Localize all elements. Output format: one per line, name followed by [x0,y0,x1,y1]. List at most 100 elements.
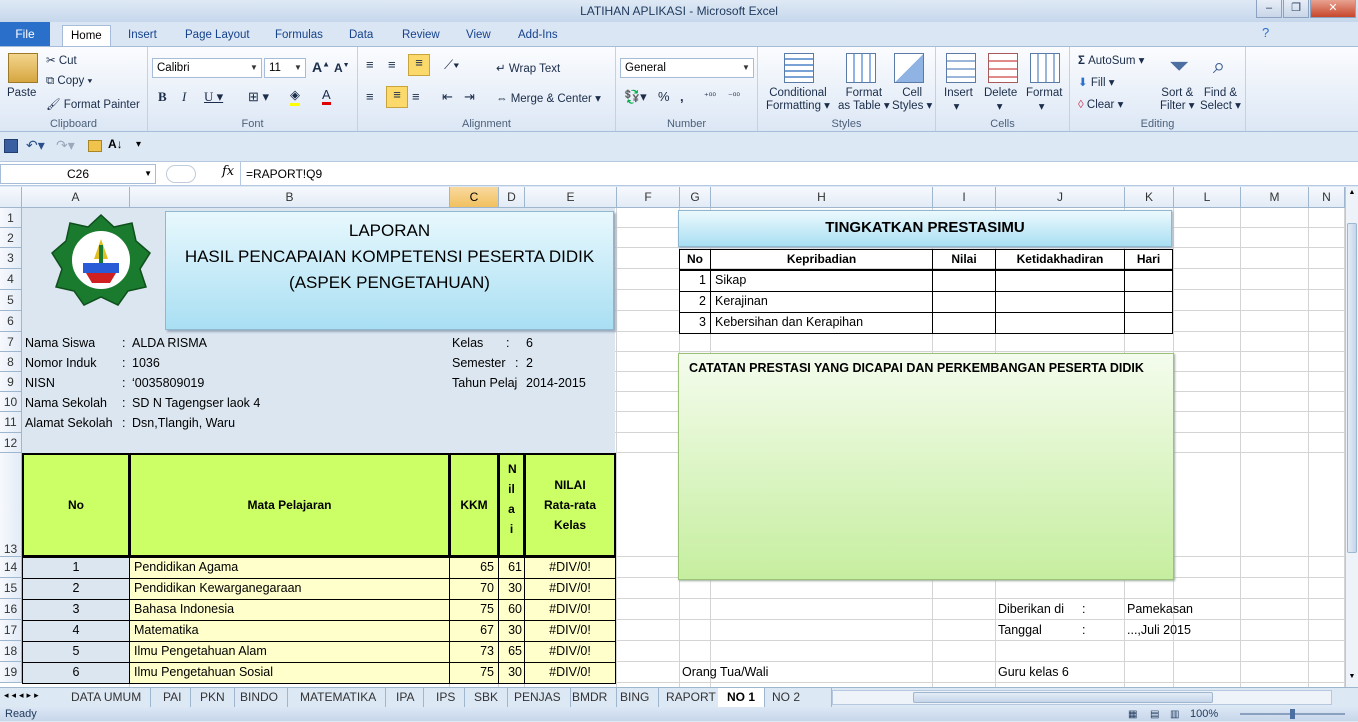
close-icon[interactable]: ✕ [1310,0,1356,18]
horizontal-scrollbar[interactable] [832,690,1332,705]
shrink-font-icon[interactable]: A▼ [334,61,350,75]
tab-review[interactable]: Review [394,25,448,46]
row-header-8[interactable]: 8 [0,352,22,372]
zoom-level[interactable]: 100% [1190,707,1218,721]
fill-button[interactable]: ⬇ Fill ▾ [1078,75,1115,89]
sheet-tab-pkn[interactable]: PKN [191,688,235,707]
border-icon[interactable]: ⊞ ▾ [248,89,269,105]
row-header-7[interactable]: 7 [0,332,22,352]
sheet-tab-raport[interactable]: RAPORT [657,688,726,707]
row-header-13[interactable]: 13 [0,453,22,557]
underline-icon[interactable]: U ▾ [204,89,223,105]
format-button[interactable]: Format ▾ [1026,87,1062,113]
column-header-l[interactable]: L [1174,187,1241,208]
row-header-15[interactable]: 15 [0,578,22,599]
normal-view-icon[interactable]: ▦ [1128,708,1137,722]
sheet-tab-penjas[interactable]: PENJAS [505,688,571,707]
scroll-down-icon[interactable]: ▼ [1347,673,1357,683]
column-header-c[interactable]: C [450,187,499,208]
tab-page-layout[interactable]: Page Layout [177,25,258,46]
row-header-14[interactable]: 14 [0,557,22,578]
insert-button[interactable]: Insert ▾ [944,87,973,113]
tab-insert[interactable]: Insert [120,25,165,46]
increase-decimal-icon[interactable]: ⁺⁰⁰ [704,91,716,102]
fx-icon[interactable]: fx [222,164,234,179]
sheet-tab-no-1[interactable]: NO 1 [718,688,766,707]
tab-add-ins[interactable]: Add-Ins [510,25,566,46]
zoom-slider-handle[interactable] [1290,709,1295,719]
cut-button[interactable]: ✂ Cut [46,53,77,67]
grow-font-icon[interactable]: A▲ [312,59,330,75]
bold-icon[interactable]: B [158,89,167,105]
row-header-11[interactable]: 11 [0,412,22,433]
align-middle-icon[interactable]: ≡ [388,57,396,72]
format-as-table-button[interactable]: Format as Table ▾ [838,87,890,113]
row-header-17[interactable]: 17 [0,620,22,641]
row-header-18[interactable]: 18 [0,641,22,662]
row-header-6[interactable]: 6 [0,311,22,332]
column-header-n[interactable]: N [1309,187,1345,208]
tab-file[interactable]: File [0,22,50,46]
select-all-corner[interactable] [0,187,22,208]
column-header-d[interactable]: D [499,187,525,208]
font-color-icon[interactable]: A [322,87,331,105]
row-header-9[interactable]: 9 [0,372,22,392]
column-header-e[interactable]: E [525,187,617,208]
find-select-button[interactable]: Find & Select ▾ [1200,87,1241,113]
sheet-tab-sbk[interactable]: SBK [465,688,509,707]
column-header-a[interactable]: A [22,187,130,208]
sheet-tab-matematika[interactable]: MATEMATIKA [291,688,387,707]
name-box[interactable]: C26 ▼ [0,164,156,184]
delete-button[interactable]: Delete ▾ [984,87,1017,113]
cell-styles-button[interactable]: Cell Styles ▾ [892,87,932,113]
column-header-f[interactable]: F [617,187,680,208]
row-header-4[interactable]: 4 [0,269,22,290]
sort-az-icon[interactable]: A↓ [108,137,123,151]
align-bottom-icon[interactable]: ≡ [408,54,430,76]
align-right-icon[interactable]: ≡ [412,89,420,104]
sort-filter-button[interactable]: Sort & Filter ▾ [1160,87,1195,113]
percent-icon[interactable]: % [658,89,670,104]
conditional-formatting-button[interactable]: Conditional Formatting ▾ [766,87,830,113]
scroll-up-icon[interactable]: ▲ [1347,189,1357,199]
minimize-icon[interactable]: – [1256,0,1282,18]
align-top-icon[interactable]: ≡ [366,57,374,72]
currency-icon[interactable]: 💱▾ [624,89,647,105]
copy-button[interactable]: ⧉ Copy ▾ [46,75,92,88]
sheet-tab-bing[interactable]: BING [611,688,660,707]
sheet-tab-bmdr[interactable]: BMDR [563,688,618,707]
redo-icon[interactable]: ↷▾ [56,137,75,154]
orientation-icon[interactable]: ⟋▾ [444,57,459,73]
decrease-indent-icon[interactable]: ⇤ [442,89,453,105]
hscroll-thumb[interactable] [913,692,1213,703]
tab-formulas[interactable]: Formulas [267,25,331,46]
worksheet-grid[interactable]: ABCDEFGHIJKLMN 1 2 3 4 5 6 7 8 9 10 11 12 13 14 15 16 17… [0,187,1345,687]
page-layout-view-icon[interactable]: ▤ [1150,708,1159,722]
column-header-g[interactable]: G [680,187,711,208]
column-header-m[interactable]: M [1241,187,1309,208]
row-header-3[interactable]: 3 [0,248,22,269]
row-header-12[interactable]: 12 [0,433,22,453]
font-name-select[interactable]: Calibri ▼ [152,58,262,78]
format-painter-button[interactable]: 🖌 Format Painter [46,97,140,111]
row-header-19[interactable]: 19 [0,662,22,683]
row-header-16[interactable]: 16 [0,599,22,620]
merge-center-button[interactable]: ⇔ Merge & Center ▾ [496,91,601,105]
sheet-tab-ipa[interactable]: IPA [387,688,425,707]
formula-expander[interactable] [166,165,196,183]
save-icon[interactable] [4,139,18,153]
number-format-select[interactable]: General ▼ [620,58,754,78]
column-header-h[interactable]: H [711,187,933,208]
paste-button[interactable]: Paste [7,87,36,99]
formula-input[interactable]: =RAPORT!Q9 [246,164,322,184]
fill-color-icon[interactable]: ◈ [290,87,300,106]
row-header-10[interactable]: 10 [0,392,22,412]
align-left-icon[interactable]: ≡ [366,89,374,104]
decrease-decimal-icon[interactable]: ⁻⁰⁰ [728,91,740,102]
column-header-i[interactable]: I [933,187,996,208]
sheet-nav-icon[interactable]: ◂◂◂▸▸ [4,690,42,701]
column-header-j[interactable]: J [996,187,1125,208]
sheet-tab-no-2[interactable]: NO 2 [763,688,832,707]
sheet-tab-bindo[interactable]: BINDO [231,688,289,707]
open-folder-icon[interactable] [88,140,102,152]
